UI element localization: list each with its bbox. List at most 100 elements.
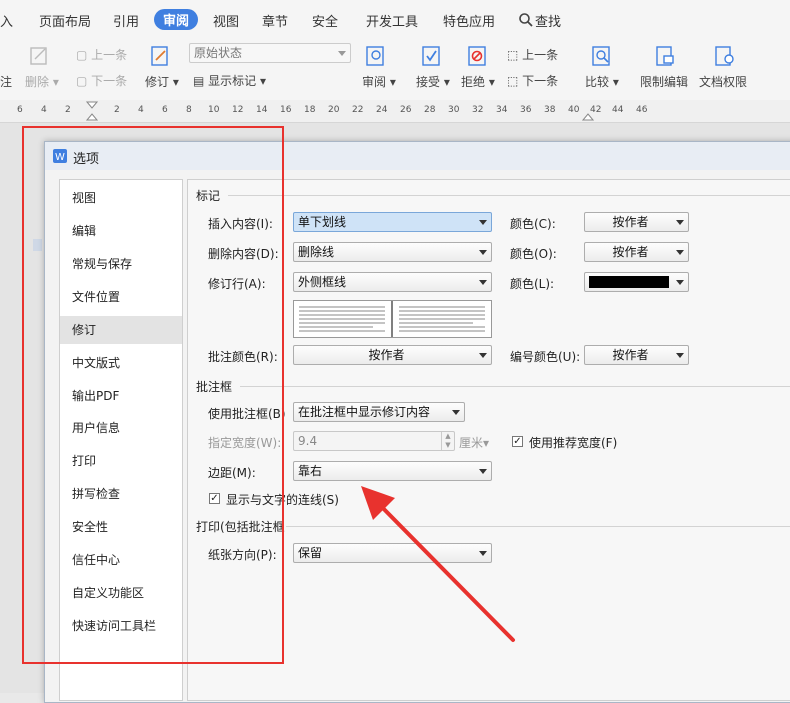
- preferred-width-input[interactable]: 9.4 ▲ ▼: [293, 431, 455, 451]
- ruler-tick: 34: [496, 105, 508, 115]
- margin-select[interactable]: 靠右: [293, 461, 492, 481]
- recommended-width-checkbox[interactable]: ✓: [512, 436, 523, 447]
- chevron-down-icon: [676, 220, 684, 225]
- width-unit-value: 厘米: [459, 436, 484, 450]
- accept-button[interactable]: 接受 ▾: [416, 73, 450, 90]
- reject-icon: [468, 46, 486, 66]
- search-icon: [519, 13, 533, 27]
- restrict-editing-icon: [656, 46, 674, 66]
- delete-color-value: 按作者: [612, 245, 649, 259]
- tab-view[interactable]: 视图: [213, 11, 239, 30]
- delete-mark-select[interactable]: 删除线: [293, 242, 492, 262]
- delete-color-select[interactable]: 按作者: [584, 242, 689, 262]
- ruler-tick: 20: [328, 105, 340, 115]
- chevron-down-icon: [452, 410, 460, 415]
- reviewing-pane-button[interactable]: 审阅 ▾: [362, 73, 396, 90]
- next-comment-button[interactable]: ▢ 下一条: [76, 72, 127, 89]
- reject-label: 拒绝: [461, 75, 486, 89]
- use-balloons-select[interactable]: 在批注框中显示修订内容: [293, 402, 465, 422]
- chevron-down-icon: [479, 353, 487, 358]
- compare-button[interactable]: 比较 ▾: [585, 73, 619, 90]
- insert-color-value: 按作者: [612, 215, 649, 229]
- insert-color-label: 颜色(C):: [510, 217, 556, 231]
- width-spinner-icon[interactable]: ▲ ▼: [441, 432, 454, 450]
- tab-developer[interactable]: 开发工具: [366, 11, 418, 30]
- compare-label: 比较: [585, 75, 610, 89]
- ruler-tick: 40: [568, 105, 580, 115]
- number-color-select[interactable]: 按作者: [584, 345, 689, 365]
- next-change-label: 下一条: [522, 74, 559, 88]
- prev-comment-button[interactable]: ▢ 上一条: [76, 46, 127, 63]
- indent-marker-icon[interactable]: [86, 101, 98, 121]
- comment-color-value: 按作者: [368, 348, 405, 362]
- changed-lines-select[interactable]: 外侧框线: [293, 272, 492, 292]
- reject-button[interactable]: 拒绝 ▾: [461, 73, 495, 90]
- tab-references[interactable]: 引用: [113, 11, 139, 30]
- group-divider: [228, 195, 790, 196]
- ruler-tick: 10: [208, 105, 220, 115]
- tab-review[interactable]: 审阅: [154, 9, 199, 30]
- delete-button[interactable]: 删除 ▾: [25, 73, 59, 90]
- ruler-tick: 6: [17, 105, 23, 115]
- number-color-label: 编号颜色(U):: [510, 350, 581, 364]
- ruler-tick: 32: [472, 105, 484, 115]
- ruler-tick: 46: [636, 105, 648, 115]
- ribbon-toolbar: 注 删除 ▾ ▢ 上一条 ▢ 下一条 修订 ▾ 原始状态 ▤ 显示标记 ▾ 审阅…: [0, 40, 790, 101]
- tab-page-layout[interactable]: 页面布局: [39, 11, 91, 30]
- use-balloons-value: 在批注框中显示修订内容: [298, 405, 431, 419]
- ruler-tick: 24: [376, 105, 388, 115]
- prev-change-label: 上一条: [522, 48, 559, 62]
- insert-mark-value: 单下划线: [298, 215, 347, 229]
- ruler-tick: 14: [256, 105, 268, 115]
- reviewing-pane-label: 审阅: [362, 75, 387, 89]
- horizontal-ruler[interactable]: 6 4 2 2 4 6 8 10 12 14 16 18 20 22 24 26…: [0, 100, 790, 123]
- track-changes-label: 修订: [145, 75, 170, 89]
- restrict-editing-button[interactable]: 限制编辑: [640, 73, 688, 90]
- track-changes-button[interactable]: 修订 ▾: [145, 73, 179, 90]
- chevron-down-icon: [479, 250, 487, 255]
- tab-features[interactable]: 特色应用: [443, 11, 495, 30]
- recommended-width-label: 使用推荐宽度(F): [529, 436, 618, 450]
- ruler-tick: 38: [544, 105, 556, 115]
- prev-change-icon: ⬚: [507, 48, 519, 62]
- delete-color-label: 颜色(O):: [510, 247, 557, 261]
- chevron-down-icon: [479, 469, 487, 474]
- search-label: 查找: [535, 15, 562, 30]
- accept-icon: [422, 46, 440, 66]
- next-change-button[interactable]: ⬚ 下一条: [507, 72, 558, 89]
- ruler-tick: 44: [612, 105, 624, 115]
- compare-icon: [592, 46, 610, 66]
- ruler-tick: 18: [304, 105, 316, 115]
- tab-insert[interactable]: 入: [0, 11, 13, 30]
- chevron-down-icon: [676, 353, 684, 358]
- ruler-tick: 26: [400, 105, 412, 115]
- changed-lines-value: 外侧框线: [298, 275, 347, 289]
- ruler-tick: 4: [138, 105, 144, 115]
- document-rights-icon: [715, 46, 734, 66]
- width-unit-select[interactable]: 厘米▾: [459, 434, 489, 451]
- delete-comment-icon: [30, 47, 47, 65]
- line-color-label: 颜色(L):: [510, 277, 555, 291]
- track-changes-icon: [151, 46, 168, 66]
- highlight-frame: [22, 126, 284, 664]
- ruler-tick: 22: [352, 105, 364, 115]
- prev-change-button[interactable]: ⬚ 上一条: [507, 46, 558, 63]
- ruler-tick: 30: [448, 105, 460, 115]
- chevron-down-icon: [479, 280, 487, 285]
- show-markup-button[interactable]: ▤ 显示标记 ▾: [193, 72, 266, 89]
- comment-button[interactable]: 注: [0, 73, 12, 90]
- paper-orientation-value: 保留: [298, 546, 323, 560]
- tab-section[interactable]: 章节: [262, 11, 288, 30]
- ruler-tick: 16: [280, 105, 292, 115]
- tab-security[interactable]: 安全: [312, 11, 338, 30]
- insert-mark-select[interactable]: 单下划线: [293, 212, 492, 232]
- insert-color-select[interactable]: 按作者: [584, 212, 689, 232]
- ruler-tick: 28: [424, 105, 436, 115]
- display-state-select[interactable]: 原始状态: [189, 43, 351, 63]
- document-rights-button[interactable]: 文档权限: [699, 73, 747, 90]
- margin-value: 靠右: [298, 464, 323, 478]
- line-color-select[interactable]: [584, 272, 689, 292]
- comment-color-select[interactable]: 按作者: [293, 345, 492, 365]
- chevron-down-icon: [479, 220, 487, 225]
- preferred-width-value: 9.4: [298, 434, 318, 448]
